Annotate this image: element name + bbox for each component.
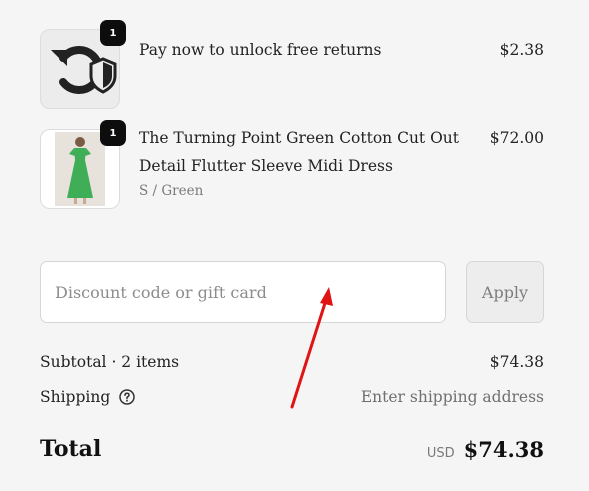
shipping-value: Enter shipping address (360, 388, 544, 406)
apply-discount-button[interactable]: Apply (466, 261, 544, 323)
help-icon[interactable] (119, 389, 136, 405)
total-row: Total USD $74.38 (40, 436, 544, 462)
item-title-text: The Turning Point Green Cotton Cut Out D… (139, 129, 460, 175)
subtotal-label: Subtotal · 2 items (40, 353, 180, 371)
total-label: Total (40, 436, 102, 462)
shipping-row: Shipping Enter shipping address (40, 388, 544, 406)
item-price: $2.38 (499, 41, 544, 59)
subtotal-value: $74.38 (489, 353, 544, 371)
subtotal-row: Subtotal · 2 items $74.38 (40, 353, 544, 371)
quantity-badge: 1 (100, 120, 126, 146)
item-title: Pay now to unlock free returns (139, 41, 382, 59)
item-price: $72.00 (489, 129, 544, 147)
item-variant: S / Green (139, 183, 204, 199)
discount-code-input[interactable] (40, 261, 446, 323)
total-value: $74.38 (463, 436, 544, 462)
item-title: The Turning Point Green Cotton Cut Out D… (139, 124, 479, 202)
currency-code: USD (426, 445, 455, 461)
quantity-badge: 1 (100, 20, 126, 46)
shipping-label: Shipping (40, 388, 111, 406)
